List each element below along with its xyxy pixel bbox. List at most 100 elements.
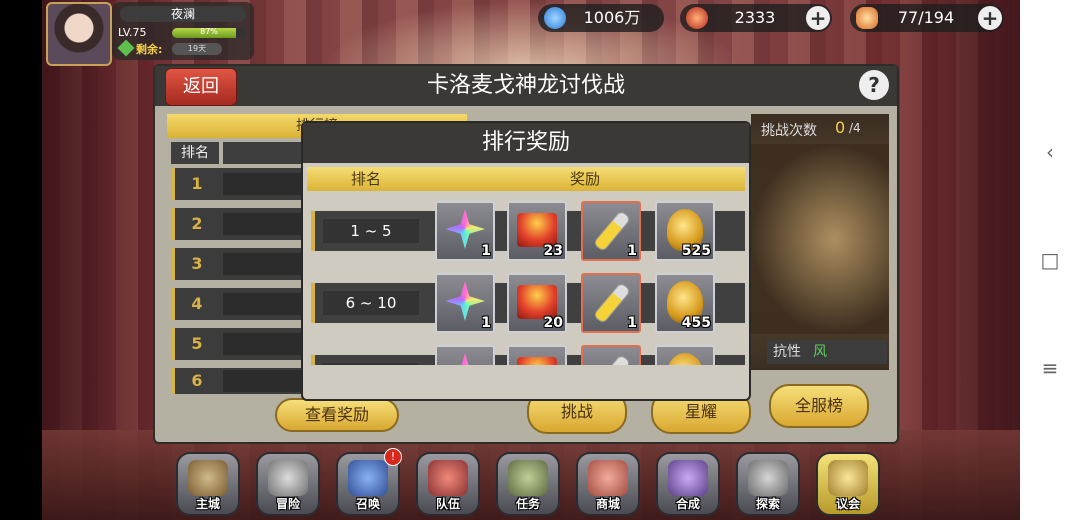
reward-item[interactable]: 1 <box>581 273 641 333</box>
stamina-icon <box>856 7 878 29</box>
nav-main-city[interactable]: 主城 <box>176 452 240 516</box>
nav-label: 主城 <box>195 497 220 511</box>
reward-item[interactable] <box>435 345 495 365</box>
leaderboard-rank: 1 <box>191 174 203 193</box>
nav-label: 召唤 <box>355 497 380 511</box>
nav-explore[interactable]: 探索 <box>736 452 800 516</box>
dialog-col-reward: 奖励 <box>569 170 600 188</box>
resource-stamina-value: 77/194 <box>897 8 955 27</box>
reward-item[interactable]: 1 <box>581 201 641 261</box>
reward-item[interactable] <box>655 345 715 365</box>
left-black-bar <box>0 0 42 520</box>
star-crystal-icon <box>445 353 485 365</box>
help-button[interactable]: ? <box>859 70 889 100</box>
add-dragon-button[interactable]: + <box>806 6 830 30</box>
reward-item[interactable]: 525 <box>655 201 715 261</box>
add-stamina-button[interactable]: + <box>978 6 1002 30</box>
crest-icon <box>428 460 468 496</box>
resource-crystal-value: 1006万 <box>583 8 641 27</box>
item-count: 525 <box>681 243 711 259</box>
exp-bar: 87% <box>172 28 246 38</box>
player-name: 夜澜 <box>120 6 246 22</box>
resistance-label: 抗性 <box>773 344 801 360</box>
nav-label: 任务 <box>515 497 540 511</box>
rank-rewards-dialog: 排行奖励 排名 奖励 1 ~ 5 1 23 1 525 6 ~ 10 1 20 … <box>301 121 751 401</box>
rank-range <box>323 363 419 365</box>
rank-range: 6 ~ 10 <box>323 291 419 315</box>
resistance-value: 风 <box>813 344 827 360</box>
item-count: 1 <box>481 243 491 259</box>
view-rewards-button[interactable]: 查看奖励 <box>275 398 399 432</box>
leaderboard-rank: 5 <box>191 334 203 353</box>
system-back-button[interactable]: ‹ <box>1040 142 1060 162</box>
nav-craft[interactable]: 合成 <box>656 452 720 516</box>
leaderboard-rank: 2 <box>191 214 203 233</box>
reward-row: 1 ~ 5 1 23 1 525 <box>311 201 745 261</box>
notification-badge: ! <box>384 448 402 466</box>
red-box-icon <box>517 357 557 365</box>
reward-item[interactable]: 1 <box>435 273 495 333</box>
reward-item[interactable]: 1 <box>435 201 495 261</box>
item-count: 20 <box>543 315 563 331</box>
nav-council[interactable]: 议会 <box>816 452 880 516</box>
leaderboard-col-rank: 排名 <box>171 142 219 164</box>
book-icon <box>508 460 548 496</box>
item-count: 1 <box>627 243 637 259</box>
vial-icon <box>592 281 632 325</box>
resource-crystal[interactable]: 1006万 <box>538 4 664 32</box>
nav-shop[interactable]: 商城 <box>576 452 640 516</box>
potion-icon <box>668 460 708 496</box>
system-menu-button[interactable]: ≡ <box>1040 358 1060 378</box>
nav-team[interactable]: 队伍 <box>416 452 480 516</box>
leaderboard-rank: 6 <box>191 371 203 390</box>
nav-label: 议会 <box>835 497 860 511</box>
item-count: 1 <box>481 315 491 331</box>
reward-item[interactable]: 455 <box>655 273 715 333</box>
nav-label: 合成 <box>675 497 700 511</box>
item-count: 1 <box>627 315 637 331</box>
remaining-label: 剩余: <box>136 43 163 56</box>
vial-icon <box>592 353 632 365</box>
reward-item[interactable]: 20 <box>507 273 567 333</box>
nav-quest[interactable]: 任务 <box>496 452 560 516</box>
reward-row <box>311 345 745 365</box>
bow-icon <box>748 460 788 496</box>
dragon-image <box>751 144 889 334</box>
crossed-swords-icon <box>268 460 308 496</box>
nav-summon[interactable]: 召唤 ! <box>336 448 402 516</box>
server-rank-button[interactable]: 全服榜 <box>769 384 869 428</box>
player-info: 夜澜 LV.75 87% 剩余: 19天 <box>112 2 254 60</box>
system-home-button[interactable]: □ <box>1040 250 1060 270</box>
panel-header: 卡洛麦戈神龙讨伐战 返回 ? <box>155 66 897 106</box>
player-level: LV.75 <box>118 26 147 39</box>
gold-helmet-icon <box>667 353 703 365</box>
remaining-icon <box>117 39 135 57</box>
vial-icon <box>592 209 632 253</box>
summon-card-icon <box>348 460 388 496</box>
player-avatar[interactable] <box>46 2 112 66</box>
resource-dragon[interactable]: 2333 + <box>680 4 832 32</box>
reward-item[interactable] <box>507 345 567 365</box>
resource-dragon-value: 2333 <box>734 8 776 27</box>
reward-list[interactable]: 1 ~ 5 1 23 1 525 6 ~ 10 1 20 1 455 <box>307 193 745 365</box>
nav-label: 商城 <box>595 497 620 511</box>
star-crystal-icon <box>445 281 485 321</box>
remaining-value: 19天 <box>172 43 222 55</box>
nav-label: 探索 <box>755 497 780 511</box>
reward-item[interactable] <box>581 345 641 365</box>
reward-item[interactable]: 23 <box>507 201 567 261</box>
system-nav-bar: ‹ □ ≡ <box>1020 0 1080 520</box>
resource-stamina[interactable]: 77/194 + <box>850 4 1004 32</box>
item-count: 455 <box>681 315 711 331</box>
blue-crystal-icon <box>544 7 566 29</box>
council-icon <box>828 460 868 496</box>
reward-row: 6 ~ 10 1 20 1 455 <box>311 273 745 333</box>
back-button[interactable]: 返回 <box>165 68 237 106</box>
nav-adventure[interactable]: 冒险 <box>256 452 320 516</box>
nav-label: 队伍 <box>435 497 460 511</box>
challenge-label: 挑战次数 <box>761 123 817 139</box>
leaderboard-rank: 3 <box>191 254 203 273</box>
boss-display <box>751 114 889 370</box>
red-box-icon <box>517 285 557 319</box>
dialog-col-rank: 排名 <box>350 170 381 188</box>
